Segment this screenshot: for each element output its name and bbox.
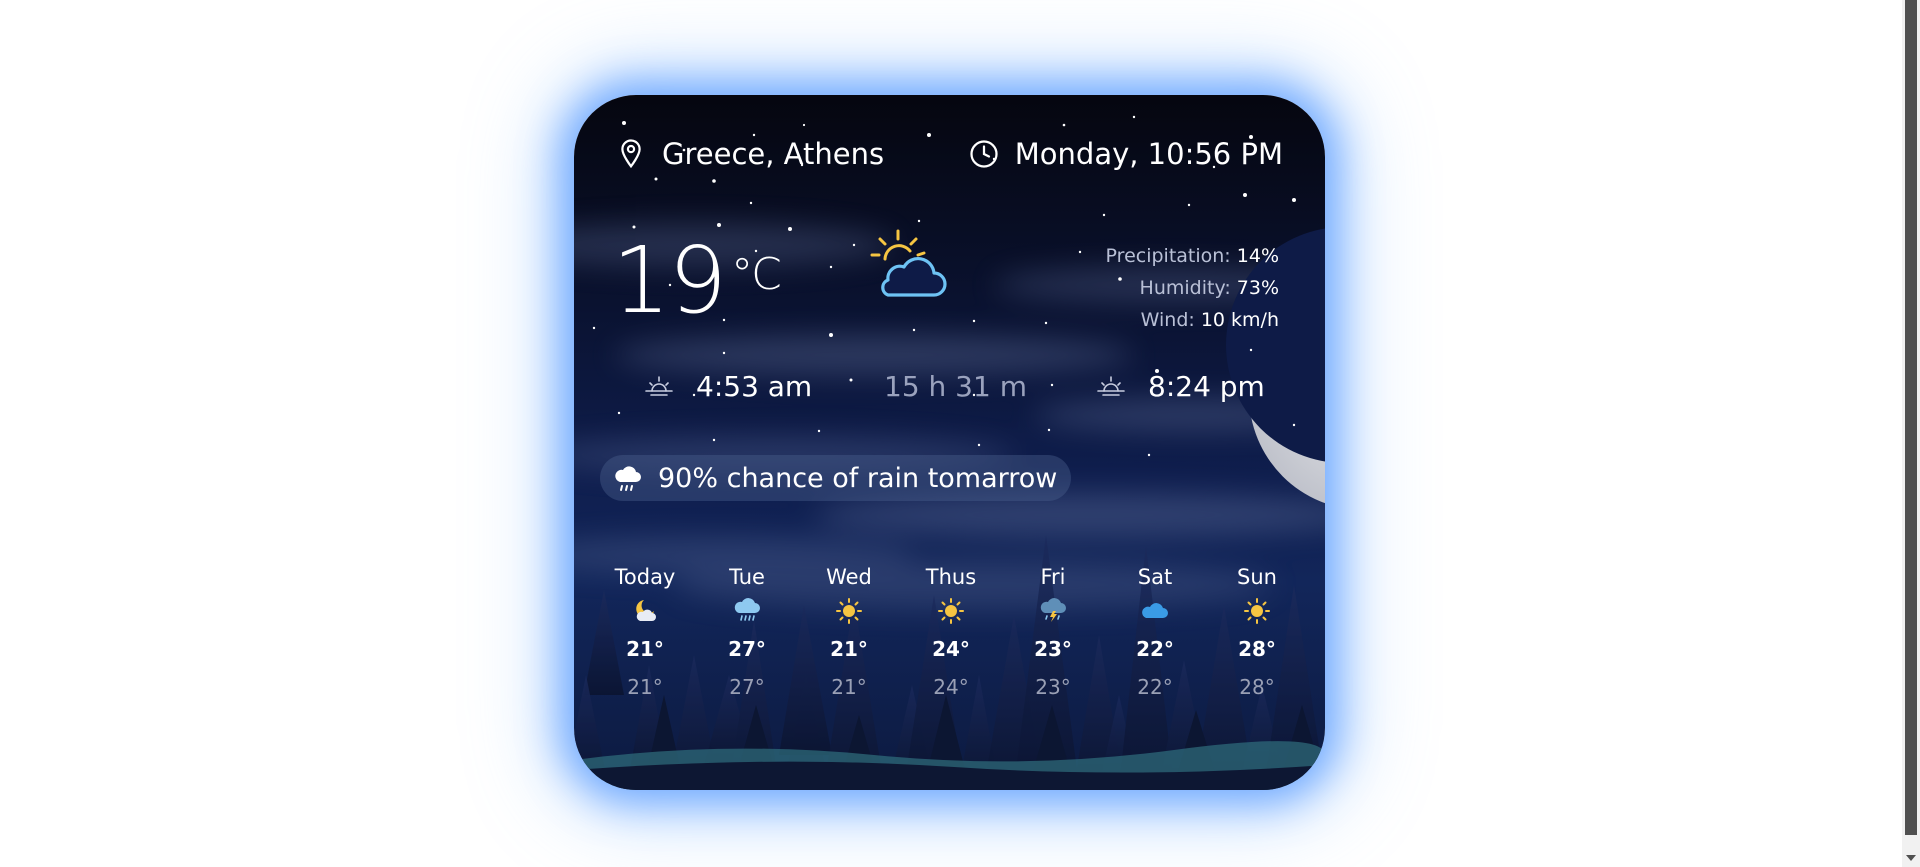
forecast-day: Wed 21° 21° [798,565,900,699]
forecast-day-name: Sun [1237,565,1277,589]
sun-icon [937,597,965,625]
thunderstorm-icon [1039,597,1067,625]
forecast-day-name: Wed [826,565,872,589]
partly-cloudy-day-icon [866,227,950,311]
forecast-high: 21° [626,637,664,661]
forecast-low: 21° [831,675,867,699]
forecast-high: 22° [1136,637,1174,661]
sunrise: 4:53 am [644,370,812,403]
location-pin-icon [616,138,646,170]
cloud-icon [1141,597,1169,625]
rain-notice-text: 90% chance of rain tomarrow [658,462,1058,494]
forecast: Today 21° 21° Tue 27° 27° Wed 21° 21° Th… [594,565,1308,699]
sun-icon [1243,597,1271,625]
temperature-unit: °C [731,249,782,300]
location: Greece, Athens [616,137,884,171]
forecast-day: Today 21° 21° [594,565,696,699]
forecast-high: 27° [728,637,766,661]
forecast-day-name: Fri [1040,565,1066,589]
forecast-low: 21° [627,675,663,699]
forecast-day: Sun 28° 28° [1206,565,1308,699]
rain-cloud-icon [733,597,761,625]
sunrise-icon [644,374,674,400]
forecast-day: Fri 23° 23° [1002,565,1104,699]
forecast-day: Thus 24° 24° [900,565,1002,699]
sunset: 8:24 pm [1096,370,1265,403]
weather-card: Greece, Athens Monday, 10:56 PM 19 °C Pre… [574,95,1325,790]
rain-cloud-icon [612,462,644,494]
forecast-day-name: Today [614,565,676,589]
forecast-low: 27° [729,675,765,699]
vertical-scrollbar[interactable] [1902,0,1920,867]
sunset-time: 8:24 pm [1148,370,1265,403]
scrollbar-thumb[interactable] [1905,0,1917,835]
forecast-day: Sat 22° 22° [1104,565,1206,699]
moon-cloud-icon [631,597,659,625]
location-text: Greece, Athens [662,137,885,171]
date-time: Monday, 10:56 PM [969,137,1283,171]
wind-row: Wind: 10 km/h [1140,309,1279,331]
forecast-day-name: Sat [1137,565,1173,589]
forecast-high: 28° [1238,637,1276,661]
weather-stats: Precipitation: 14% Humidity: 73% Wind: 1… [1106,240,1279,336]
sunset-icon [1096,374,1126,400]
forecast-low: 22° [1137,675,1173,699]
sun-icon [835,597,863,625]
rain-notice: 90% chance of rain tomarrow [600,455,1072,501]
day-length: 15 h 31 m [884,370,1027,403]
humidity-row: Humidity: 73% [1139,277,1279,299]
forecast-day-name: Thus [925,565,977,589]
date-time-text: Monday, 10:56 PM [1014,137,1283,171]
forecast-high: 21° [830,637,868,661]
sun-times: 4:53 am 15 h 31 m 8:24 pm [574,370,1325,410]
sunrise-time: 4:53 am [696,370,813,403]
forecast-high: 24° [932,637,970,661]
scroll-down-arrow-icon[interactable] [1902,851,1920,865]
forecast-low: 28° [1239,675,1275,699]
forecast-high: 23° [1034,637,1072,661]
current-temperature: 19 °C [612,227,782,334]
forecast-low: 23° [1035,675,1071,699]
clock-icon [969,138,999,170]
forecast-low: 24° [933,675,969,699]
precipitation-row: Precipitation: 14% [1105,245,1279,267]
forecast-day-name: Tue [729,565,765,589]
forecast-day: Tue 27° 27° [696,565,798,699]
